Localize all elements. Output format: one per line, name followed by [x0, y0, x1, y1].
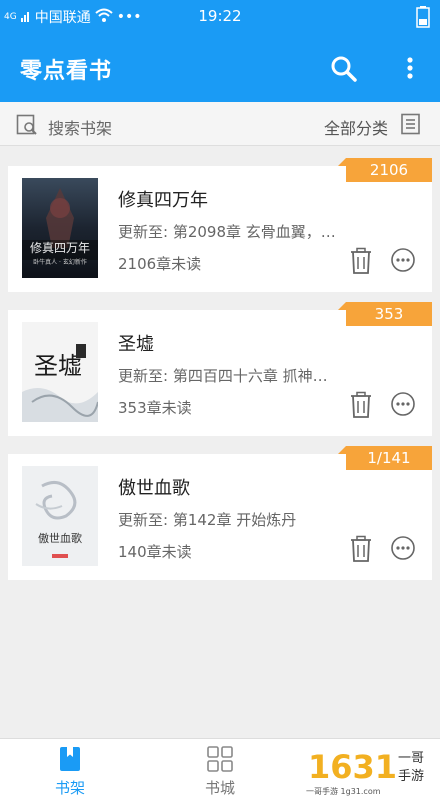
book-card[interactable]: 1/141 傲世血歌 傲世血歌 更新至: 第142章 开始炼丹 140章未读 [8, 446, 432, 580]
status-time: 19:22 [198, 7, 242, 25]
book-update: 更新至: 第2098章 玄骨血翼，… [118, 223, 336, 241]
tab-bookstore-label: 书城 [204, 779, 235, 797]
svg-text:卧牛真人 · 玄幻新作: 卧牛真人 · 玄幻新作 [33, 258, 87, 266]
svg-text:手游: 手游 [398, 769, 424, 784]
watermark-logo: 1631 一哥 手游 一哥手游 1g31.com [302, 740, 438, 798]
svg-text:一哥: 一哥 [398, 751, 424, 766]
bookshelf-icon [56, 745, 84, 773]
ellipsis-circle-icon[interactable] [390, 391, 416, 417]
book-title: 圣墟 [118, 334, 154, 355]
list-icon[interactable] [400, 113, 422, 135]
tab-bookshelf[interactable]: 书架 [0, 739, 140, 800]
app-bar: 零点看书 [0, 33, 440, 102]
chapter-badge: 353 [338, 302, 432, 326]
svg-text:修真四万年: 修真四万年 [30, 240, 90, 255]
book-title: 修真四万年 [118, 190, 208, 211]
trash-icon[interactable] [348, 535, 374, 563]
svg-text:傲世血歌: 傲世血歌 [38, 531, 82, 545]
shelf-toolbar: 搜索书架 全部分类 [0, 102, 440, 146]
chapter-badge: 1/141 [338, 446, 432, 470]
category-filter-button[interactable]: 全部分类 [324, 115, 388, 139]
book-card[interactable]: 2106 修真四万年 卧牛真人 · 玄幻新作 修真四万年 更新至: 第2098章… [8, 158, 432, 292]
tab-bookshelf-label: 书架 [54, 779, 85, 797]
shelf-search-button[interactable]: 搜索书架 [48, 115, 112, 139]
tab-bookstore[interactable]: 书城 [150, 739, 290, 800]
grid-icon [206, 745, 234, 773]
watermark-url: 一哥手游 1g31.com [306, 786, 381, 796]
book-update: 更新至: 第四百四十六章 抓神… [118, 367, 328, 385]
watermark-number: 1631 [308, 748, 397, 786]
more-menu-icon[interactable] [396, 53, 424, 85]
svg-text:圣墟: 圣墟 [34, 352, 82, 380]
trash-icon[interactable] [348, 391, 374, 419]
status-bar: 4G 中国联通 ••• 19:22 [0, 0, 440, 33]
book-title: 傲世血歌 [118, 478, 190, 499]
book-unread: 2106章未读 [118, 255, 202, 273]
battery-icon [416, 6, 430, 32]
ellipsis-circle-icon[interactable] [390, 247, 416, 273]
app-title: 零点看书 [20, 59, 113, 84]
chapter-badge: 2106 [338, 158, 432, 182]
book-cover[interactable]: 傲世血歌 [22, 466, 98, 566]
trash-icon[interactable] [348, 247, 374, 275]
book-cover[interactable]: 修真四万年 卧牛真人 · 玄幻新作 [22, 178, 98, 278]
book-cover[interactable]: 圣墟 [22, 322, 98, 422]
ellipsis-circle-icon[interactable] [390, 535, 416, 561]
book-update: 更新至: 第142章 开始炼丹 [118, 511, 297, 529]
book-unread: 353章未读 [118, 399, 192, 417]
book-unread: 140章未读 [118, 543, 192, 561]
search-icon[interactable] [328, 53, 360, 85]
book-card[interactable]: 353 圣墟 圣墟 更新至: 第四百四十六章 抓神… 353章未读 [8, 302, 432, 436]
shelf-search-icon[interactable] [16, 114, 38, 136]
